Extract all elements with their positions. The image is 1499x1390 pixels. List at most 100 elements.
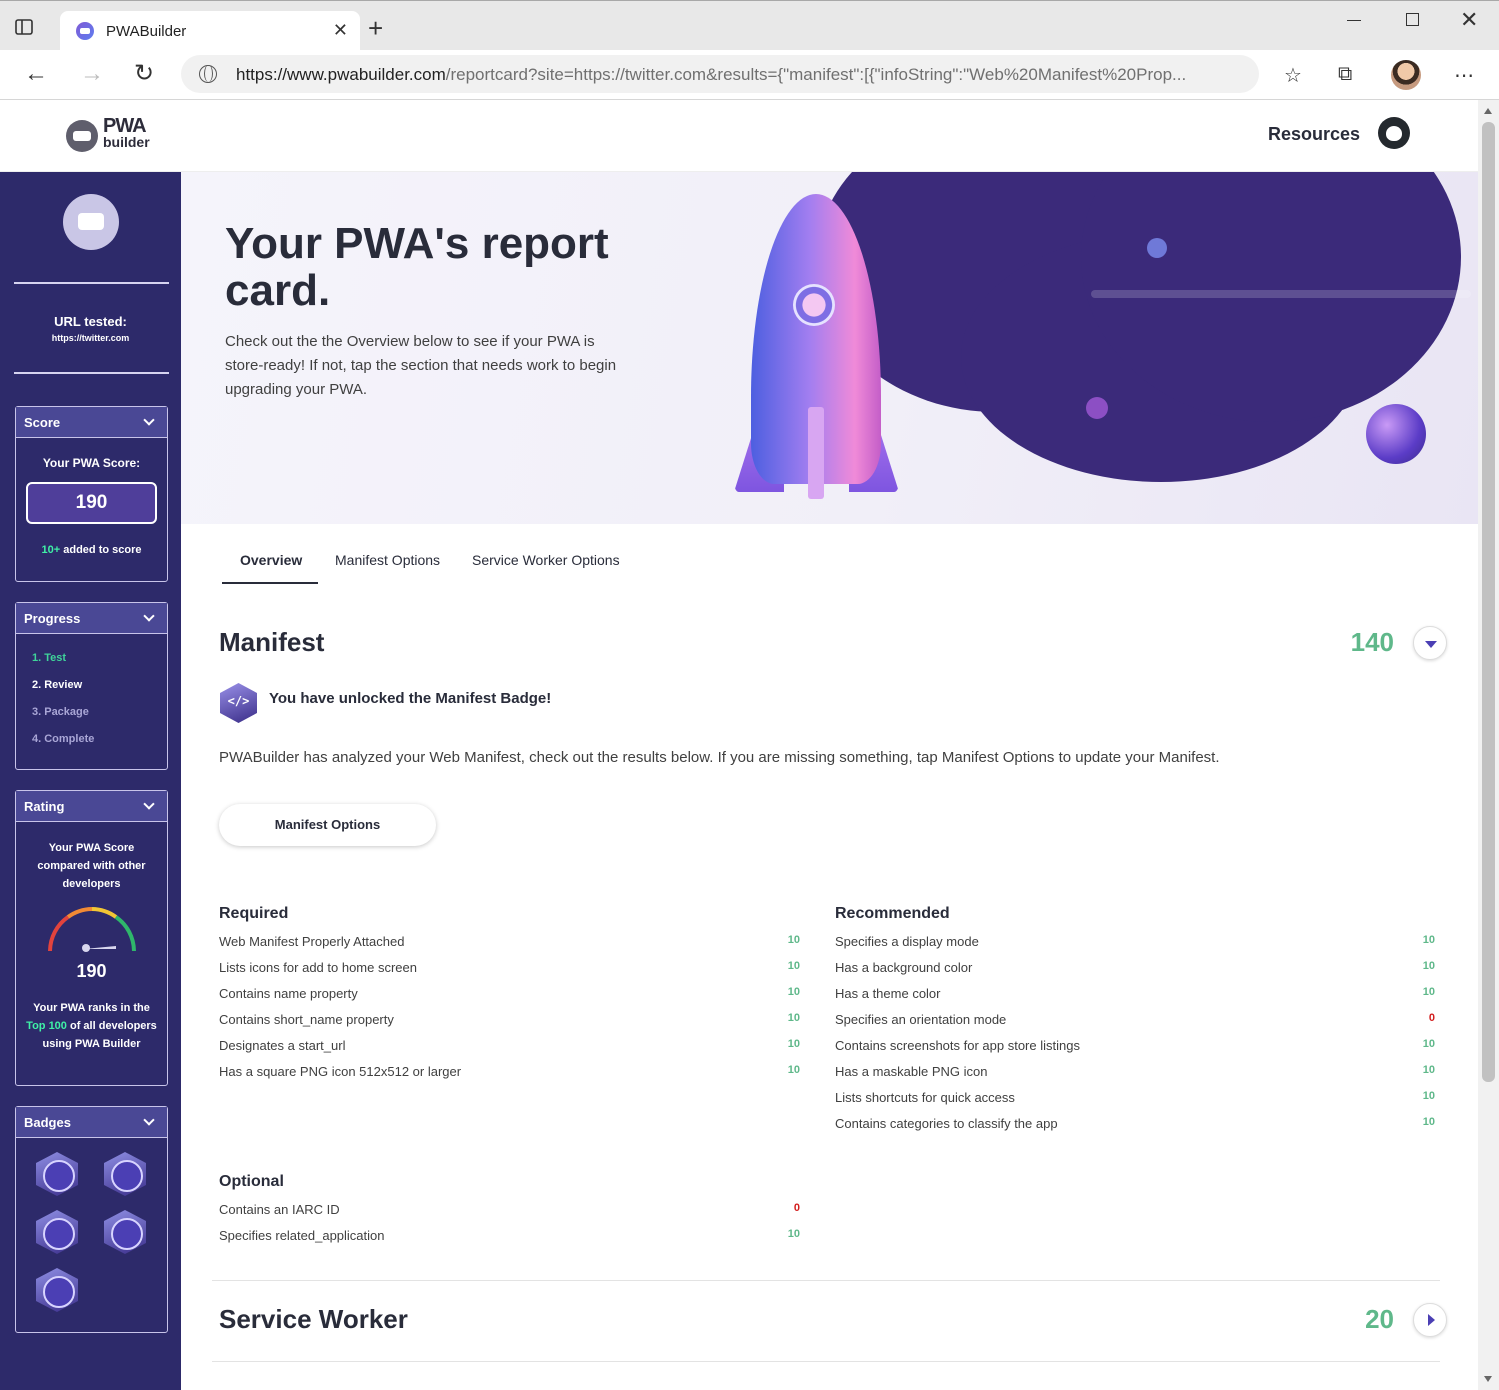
rating-rank: Your PWA ranks in the Top 100 of all dev… <box>26 1002 157 1050</box>
caret-down-icon <box>1425 641 1437 648</box>
back-arrow-icon[interactable]: ← <box>24 61 48 87</box>
resources-link[interactable]: Resources <box>1268 124 1360 145</box>
tab-manifest-options[interactable]: Manifest Options <box>335 552 440 568</box>
small-orb <box>1147 238 1167 258</box>
checklist-label: Specifies a display mode <box>835 934 979 949</box>
checklist-row: Lists icons for add to home screen 10 <box>219 960 800 986</box>
manifest-options-button[interactable]: Manifest Options <box>219 804 436 846</box>
manifest-badge-icon: </> <box>220 683 257 723</box>
address-bar[interactable]: https://www.pwabuilder.com/reportcard?si… <box>181 55 1259 93</box>
rating-value: 190 <box>76 961 107 981</box>
more-menu-icon[interactable]: ⋯ <box>1454 63 1474 88</box>
progress-step-review[interactable]: 2. Review <box>32 679 167 691</box>
checklist-row: Has a theme color 10 <box>835 986 1435 1012</box>
manifest-title: Manifest <box>219 627 325 657</box>
divider <box>14 372 169 374</box>
progress-step-test[interactable]: 1. Test <box>32 652 167 664</box>
refresh-icon[interactable]: ↻ <box>134 61 154 87</box>
checklist-row: Contains screenshots for app store listi… <box>835 1038 1435 1064</box>
progress-card: Progress 1. Test 2. Review 3. Package 4.… <box>15 602 168 770</box>
checklist-label: Lists shortcuts for quick access <box>835 1090 1015 1105</box>
checklist-row: Contains short_name property 10 <box>219 1012 800 1038</box>
chevron-down-icon <box>143 414 155 426</box>
site-header: PWA builder Resources <box>0 100 1478 172</box>
rating-card-header[interactable]: Rating <box>16 791 167 822</box>
checklist-row: Web Manifest Properly Attached 10 <box>219 934 800 960</box>
checklist-label: Has a theme color <box>835 986 941 1001</box>
close-tab-icon[interactable]: ✕ <box>333 20 348 41</box>
checklist-points: 10 <box>787 1228 800 1240</box>
page-scrollbar[interactable] <box>1478 100 1499 1390</box>
new-tab-button[interactable]: + <box>368 15 383 41</box>
tab-actions-icon[interactable] <box>14 17 46 47</box>
service-worker-title: Service Worker <box>219 1304 408 1334</box>
badges-card: Badges <box>15 1106 168 1333</box>
progress-card-header[interactable]: Progress <box>16 603 167 634</box>
sidebar-logo-icon <box>63 194 119 250</box>
maximize-button[interactable] <box>1406 13 1419 26</box>
profile-avatar[interactable] <box>1391 60 1421 90</box>
progress-step-complete[interactable]: 4. Complete <box>32 733 167 745</box>
checklist-label: Web Manifest Properly Attached <box>219 934 405 949</box>
manifest-badge-icon[interactable] <box>104 1210 146 1254</box>
required-heading: Required <box>219 905 289 922</box>
checklist-points: 10 <box>787 1064 800 1076</box>
hero-banner: Your PWA's report card. Check out the th… <box>181 172 1478 524</box>
github-icon[interactable] <box>1378 117 1410 149</box>
score-card-header[interactable]: Score <box>16 407 167 438</box>
collections-icon[interactable]: ⧉ <box>1338 63 1352 86</box>
tab-service-worker-options[interactable]: Service Worker Options <box>472 552 620 568</box>
checklist-row: Has a square PNG icon 512x512 or larger 1… <box>219 1064 800 1090</box>
checklist-label: Contains short_name property <box>219 1012 394 1027</box>
favorites-star-icon[interactable]: ☆ <box>1284 63 1302 88</box>
service-worker-expand-button[interactable] <box>1413 1303 1447 1337</box>
checklist-row: Specifies an orientation mode 0 <box>835 1012 1435 1038</box>
scroll-down-icon[interactable] <box>1484 1376 1492 1382</box>
manifest-expand-button[interactable] <box>1413 626 1447 660</box>
chevron-down-icon <box>143 610 155 622</box>
progress-step-package[interactable]: 3. Package <box>32 706 167 718</box>
pwa-badge-icon[interactable] <box>36 1152 78 1196</box>
checklist-row: Specifies related_application 10 <box>219 1228 800 1254</box>
rocket-window <box>793 284 835 326</box>
pwabuilder-logo[interactable]: PWA builder <box>103 116 150 150</box>
small-orb <box>1086 397 1108 419</box>
forward-arrow-icon[interactable]: → <box>80 61 104 87</box>
checklist-row: Contains categories to classify the app 1… <box>835 1116 1435 1142</box>
window-close-button[interactable]: ✕ <box>1460 7 1478 33</box>
url-text[interactable]: https://www.pwabuilder.com/reportcard?si… <box>236 65 1186 85</box>
globe-icon <box>199 65 217 83</box>
rating-gauge <box>46 907 138 953</box>
service-worker-badge-icon[interactable] <box>36 1210 78 1254</box>
checklist-row: Has a background color 10 <box>835 960 1435 986</box>
rating-caption: Your PWA Score compared with other devel… <box>37 842 146 890</box>
divider <box>14 282 169 284</box>
scroll-thumb[interactable] <box>1482 122 1495 1082</box>
planet-orb <box>1366 404 1426 464</box>
browser-titlebar: PWABuilder ✕ + ✕ <box>0 0 1499 51</box>
browser-tab[interactable]: PWABuilder ✕ <box>60 11 360 51</box>
checklist-points: 10 <box>1422 1116 1435 1128</box>
checklist-row: Has a maskable PNG icon 10 <box>835 1064 1435 1090</box>
checklist-label: Designates a start_url <box>219 1038 346 1053</box>
pwabuilder-logo-icon[interactable] <box>66 120 98 152</box>
security-badge-icon[interactable] <box>104 1152 146 1196</box>
tab-overview[interactable]: Overview <box>240 552 302 568</box>
checklist-label: Specifies related_application <box>219 1228 385 1243</box>
tab-title: PWABuilder <box>106 23 187 40</box>
scroll-up-icon[interactable] <box>1484 108 1492 114</box>
checklist-points: 10 <box>787 960 800 972</box>
checklist-label: Contains categories to classify the app <box>835 1116 1058 1131</box>
checklist-label: Contains name property <box>219 986 358 1001</box>
hero-description: Check out the the Overview below to see … <box>225 333 617 398</box>
report-tabs: Overview Manifest Options Service Worker… <box>222 548 662 586</box>
badges-card-header[interactable]: Badges <box>16 1107 167 1138</box>
checklist-points: 0 <box>793 1202 800 1214</box>
minimize-button[interactable] <box>1347 20 1361 21</box>
checklist-points: 10 <box>787 986 800 998</box>
checklist-label: Specifies an orientation mode <box>835 1012 1007 1027</box>
section-divider <box>212 1361 1440 1362</box>
url-tested-value: https://twitter.com <box>51 333 130 343</box>
rocket-stripe <box>808 407 824 499</box>
store-ready-badge-icon[interactable] <box>36 1268 78 1312</box>
